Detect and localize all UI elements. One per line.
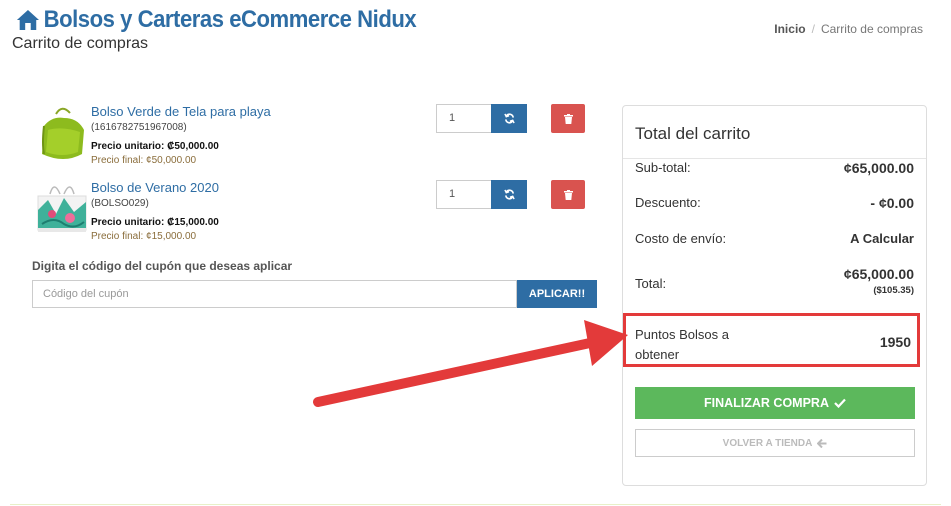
trash-icon xyxy=(563,189,573,200)
total-row: Total: ¢65,000.00 ($105.35) xyxy=(635,266,914,296)
subtotal-value: ¢65,000.00 xyxy=(843,160,914,176)
product-thumbnail-summer-bag[interactable] xyxy=(34,180,90,242)
discount-row: Descuento: - ¢0.00 xyxy=(635,195,914,211)
cart-page: Bolsos y Carteras eCommerce Nidux Carrit… xyxy=(0,0,951,506)
arrow-shaft xyxy=(313,338,595,407)
unit-price: Precio unitario: ₡15,000.00 xyxy=(91,217,219,228)
coupon-input[interactable]: Código del cupón xyxy=(32,280,517,308)
unit-price: Precio unitario: ₡50,000.00 xyxy=(91,141,219,152)
product-name-link[interactable]: Bolso Verde de Tela para playa xyxy=(91,104,271,119)
quantity-input[interactable]: 1 xyxy=(436,104,491,133)
site-title-text: Bolsos y Carteras eCommerce Nidux xyxy=(43,6,417,33)
footer-divider xyxy=(10,504,941,505)
breadcrumb-separator: / xyxy=(811,22,815,36)
points-highlight-box: Puntos Bolsos a obtener 1950 xyxy=(623,313,920,367)
update-quantity-button[interactable] xyxy=(491,180,527,209)
points-label: Puntos Bolsos a obtener xyxy=(635,327,729,362)
product-thumbnail-green-bag[interactable] xyxy=(34,104,90,166)
cart-summary-panel: Total del carrito Sub-total: ¢65,000.00 … xyxy=(622,105,927,486)
apply-coupon-button[interactable]: APLICAR!! xyxy=(517,280,597,308)
update-quantity-button[interactable] xyxy=(491,104,527,133)
subtotal-label: Sub-total: xyxy=(635,160,691,175)
cart-summary-title: Total del carrito xyxy=(635,124,751,143)
delete-item-button[interactable] xyxy=(551,104,585,133)
product-name-link[interactable]: Bolso de Verano 2020 xyxy=(91,180,219,195)
page-subtitle: Carrito de compras xyxy=(12,35,149,52)
total-value: ¢65,000.00 xyxy=(843,266,914,282)
arrow-left-icon xyxy=(817,438,827,448)
total-values: ¢65,000.00 ($105.35) xyxy=(844,266,914,296)
shipping-row: Costo de envío: A Calcular xyxy=(635,231,914,246)
breadcrumb-current: Carrito de compras xyxy=(820,22,923,36)
refresh-icon xyxy=(503,189,515,200)
breadcrumb: Inicio / Carrito de compras xyxy=(774,22,923,36)
divider xyxy=(623,158,926,159)
total-usd-value: ($105.35) xyxy=(873,285,914,296)
back-to-store-label: VOLVER A TIENDA xyxy=(722,437,813,449)
refresh-icon xyxy=(503,113,515,124)
home-icon xyxy=(16,10,39,30)
quantity-input[interactable]: 1 xyxy=(436,180,491,209)
cart-item: Bolso Verde de Tela para playa (16167827… xyxy=(34,104,594,170)
back-to-store-button[interactable]: VOLVER A TIENDA xyxy=(635,429,915,457)
final-price: Precio final: ¢15,000.00 xyxy=(91,231,197,242)
cart-item: Bolso de Verano 2020 (BOLSO029) Precio u… xyxy=(34,180,594,246)
product-code: (1616782751967008) xyxy=(91,122,187,133)
coupon-label: Digita el código del cupón que deseas ap… xyxy=(32,259,293,273)
check-icon xyxy=(834,398,846,408)
finalize-purchase-label: FINALIZAR COMPRA xyxy=(704,396,829,410)
final-price: Precio final: ¢50,000.00 xyxy=(91,155,197,166)
discount-label: Descuento: xyxy=(635,195,701,210)
site-title[interactable]: Bolsos y Carteras eCommerce Nidux xyxy=(16,6,417,34)
breadcrumb-home-link[interactable]: Inicio xyxy=(774,22,805,36)
discount-value: - ¢0.00 xyxy=(870,195,914,211)
delete-item-button[interactable] xyxy=(551,180,585,209)
trash-icon xyxy=(563,113,573,124)
points-value: 1950 xyxy=(879,334,911,350)
product-code: (BOLSO029) xyxy=(91,198,149,209)
shipping-value: A Calcular xyxy=(850,231,914,246)
subtotal-row: Sub-total: ¢65,000.00 xyxy=(635,160,914,176)
total-label: Total: xyxy=(635,276,667,291)
finalize-purchase-button[interactable]: FINALIZAR COMPRA xyxy=(635,387,915,419)
shipping-label: Costo de envío: xyxy=(635,231,727,246)
